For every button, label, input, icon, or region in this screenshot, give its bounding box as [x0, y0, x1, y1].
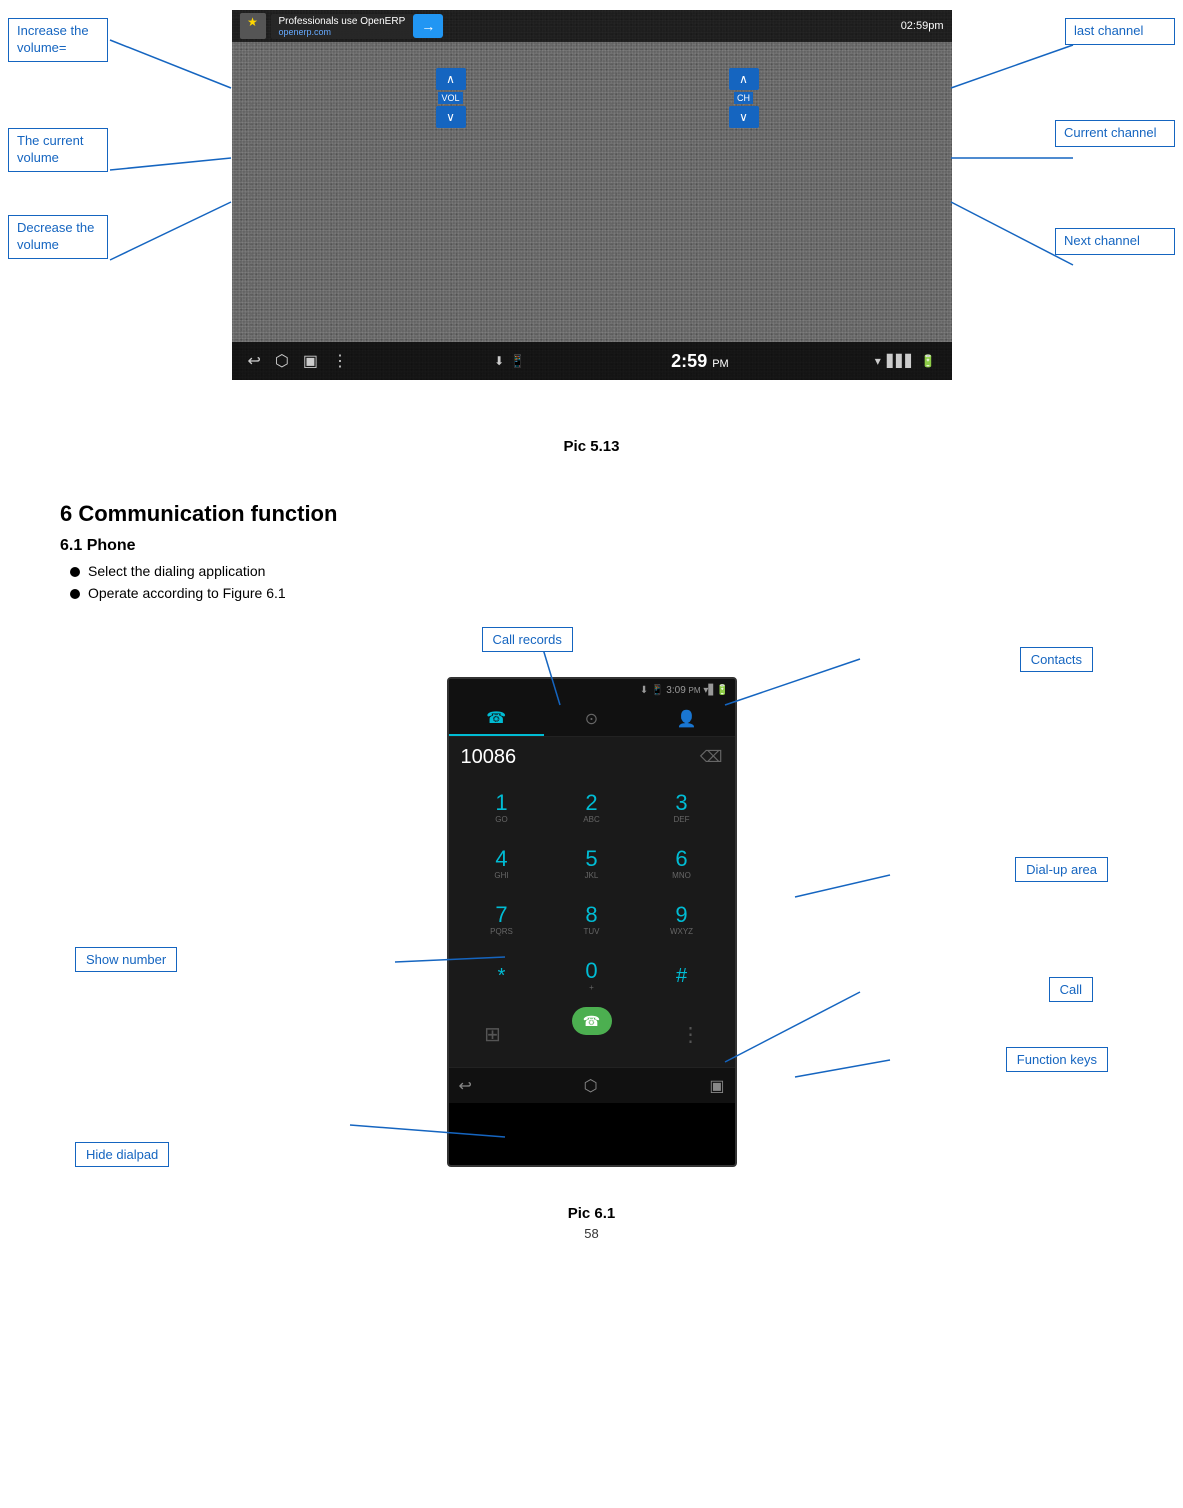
phone-keypad: 1 GO 2 ABC 3 DEF 4 GHI: [449, 777, 735, 1067]
key-4[interactable]: 4 GHI: [466, 837, 538, 891]
pic513-section: Increase the volume= The current volume …: [0, 0, 1183, 491]
show-number-annotation: Show number: [75, 947, 177, 972]
tv-clock-pm: PM: [712, 358, 729, 370]
call-records-annotation: Call records: [482, 627, 573, 652]
bullet-item-2: Operate according to Figure 6.1: [70, 585, 1123, 601]
phone-icon: 📱: [510, 354, 525, 368]
keypad-row-1: 1 GO 2 ABC 3 DEF: [457, 781, 727, 835]
tv-topbar-left: ★ Professionals use OpenERP openerp.com: [240, 13, 414, 39]
phone-status-bar: ⬇ 📱 3:09 PM ▾▋🔋: [449, 679, 735, 701]
bullet-list: Select the dialing application Operate a…: [70, 563, 1123, 601]
home-icon: ⬡: [275, 351, 289, 371]
vol-down-button[interactable]: ∨: [436, 106, 466, 128]
phone-screen: ⬇ 📱 3:09 PM ▾▋🔋 ☎ ⊙ 👤 10086 ⌫: [447, 677, 737, 1167]
contacts-annotation: Contacts: [1020, 647, 1093, 672]
tv-body: ★ Professionals use OpenERP openerp.com …: [232, 10, 952, 380]
back-icon: ↩: [248, 351, 261, 371]
next-channel-annotation: Next channel: [1055, 228, 1175, 255]
tv-bottombar: ↩ ⬡ ▣ ⋮ ⬇ 📱 2:59 PM ▾ ▋▋▋: [232, 342, 952, 380]
dial-up-area-annotation: Dial-up area: [1015, 857, 1108, 882]
key-star[interactable]: *: [466, 949, 538, 1003]
section6: 6 Communication function 6.1 Phone Selec…: [0, 491, 1183, 1261]
download-icon: ⬇: [494, 354, 504, 368]
phone-tab-clock[interactable]: ⊙: [544, 701, 639, 736]
wifi-icon: ▾: [875, 354, 881, 368]
phone-tab-contacts[interactable]: 👤: [639, 701, 734, 736]
tv-thumbnail: ★: [240, 13, 266, 39]
keypad-row-4: * 0 + #: [457, 949, 727, 1003]
key-0[interactable]: 0 +: [556, 949, 628, 1003]
bullet-dot-1: [70, 567, 80, 577]
section6-title: 6 Communication function: [60, 501, 1123, 527]
key-6[interactable]: 6 MNO: [646, 837, 718, 891]
bullet-text-1: Select the dialing application: [88, 563, 265, 579]
bullet-text-2: Operate according to Figure 6.1: [88, 585, 286, 601]
bullet-dot-2: [70, 589, 80, 599]
phone-back-icon[interactable]: ↩: [459, 1076, 472, 1096]
page-number: 58: [60, 1226, 1123, 1241]
pic513-caption: Pic 5.13: [0, 438, 1183, 455]
phone-tabs: ☎ ⊙ 👤: [449, 701, 735, 737]
current-channel-annotation: Current channel: [1055, 120, 1175, 147]
recents-icon: ▣: [303, 351, 318, 371]
key-7[interactable]: 7 PQRS: [466, 893, 538, 947]
tv-nav-icons: ↩ ⬡ ▣ ⋮: [248, 351, 349, 371]
ch-control: ∧ CH ∨: [729, 68, 759, 128]
subsection-title: 6.1 Phone: [60, 537, 1123, 555]
current-volume-annotation: The current volume: [8, 128, 108, 172]
tv-title-bar: Professionals use OpenERP openerp.com: [271, 14, 414, 39]
key-1[interactable]: 1 GO: [466, 781, 538, 835]
menu-icon: ⋮: [332, 351, 348, 371]
signal-icon: ▋▋▋: [887, 354, 915, 368]
tv-arrow-button[interactable]: →: [413, 14, 443, 38]
phone-tab-dial[interactable]: ☎: [449, 701, 544, 736]
tv-title-link: openerp.com: [279, 27, 406, 37]
vol-control: ∧ VOL ∨: [436, 68, 466, 128]
increase-volume-annotation: Increase the volume=: [8, 18, 108, 62]
key-8[interactable]: 8 TUV: [556, 893, 628, 947]
tv-status-icons: ▾ ▋▋▋ 🔋: [875, 354, 936, 368]
phone-diagram-area: Call records Contacts Dial-up area Call …: [60, 617, 1123, 1197]
call-button[interactable]: ☎: [572, 1007, 612, 1035]
phone-number-display: 10086: [461, 746, 517, 769]
key-more[interactable]: ⋮: [655, 1007, 727, 1061]
bullet-item-1: Select the dialing application: [70, 563, 1123, 579]
tv-screen-wrapper: ★ Professionals use OpenERP openerp.com …: [232, 10, 952, 390]
last-channel-annotation: last channel: [1065, 18, 1175, 45]
decrease-volume-annotation: Decrease the volume: [8, 215, 108, 259]
tv-topbar: ★ Professionals use OpenERP openerp.com …: [232, 10, 952, 42]
tv-star-icon: ★: [240, 15, 266, 29]
tv-top-time: 02:59pm: [901, 20, 944, 32]
ch-label: CH: [734, 92, 753, 104]
pic61-caption: Pic 6.1: [60, 1205, 1123, 1222]
phone-status-icons: ⬇ 📱 3:09 PM ▾▋🔋: [640, 685, 729, 696]
vol-label: VOL: [438, 92, 462, 104]
keypad-row-3: 7 PQRS 8 TUV 9 WXYZ: [457, 893, 727, 947]
ch-down-button[interactable]: ∨: [729, 106, 759, 128]
tv-noise: [232, 10, 952, 380]
key-5[interactable]: 5 JKL: [556, 837, 628, 891]
key-hash-symbol[interactable]: ⊞: [457, 1007, 529, 1061]
keypad-row-2: 4 GHI 5 JKL 6 MNO: [457, 837, 727, 891]
phone-bottom-nav: ↩ ⬡ ▣: [449, 1067, 735, 1103]
key-hash[interactable]: #: [646, 949, 718, 1003]
hide-dialpad-annotation: Hide dialpad: [75, 1142, 169, 1167]
tv-diagram-container: Increase the volume= The current volume …: [0, 10, 1183, 430]
phone-home-icon[interactable]: ⬡: [584, 1076, 598, 1096]
tv-bottom-center: ⬇ 📱: [494, 354, 525, 368]
keypad-call-row: ⊞ ☎ ⋮: [457, 1007, 727, 1061]
tv-title-text: Professionals use OpenERP: [279, 16, 406, 27]
phone-delete-button[interactable]: ⌫: [700, 747, 723, 767]
key-9[interactable]: 9 WXYZ: [646, 893, 718, 947]
phone-recents-icon[interactable]: ▣: [709, 1076, 724, 1096]
function-keys-annotation: Function keys: [1006, 1047, 1108, 1072]
vol-up-button[interactable]: ∧: [436, 68, 466, 90]
phone-number-area: 10086 ⌫: [449, 737, 735, 777]
ch-up-button[interactable]: ∧: [729, 68, 759, 90]
call-annotation: Call: [1049, 977, 1093, 1002]
key-2[interactable]: 2 ABC: [556, 781, 628, 835]
key-3[interactable]: 3 DEF: [646, 781, 718, 835]
battery-icon: 🔋: [921, 354, 936, 368]
tv-clock: 2:59 PM: [671, 351, 729, 372]
